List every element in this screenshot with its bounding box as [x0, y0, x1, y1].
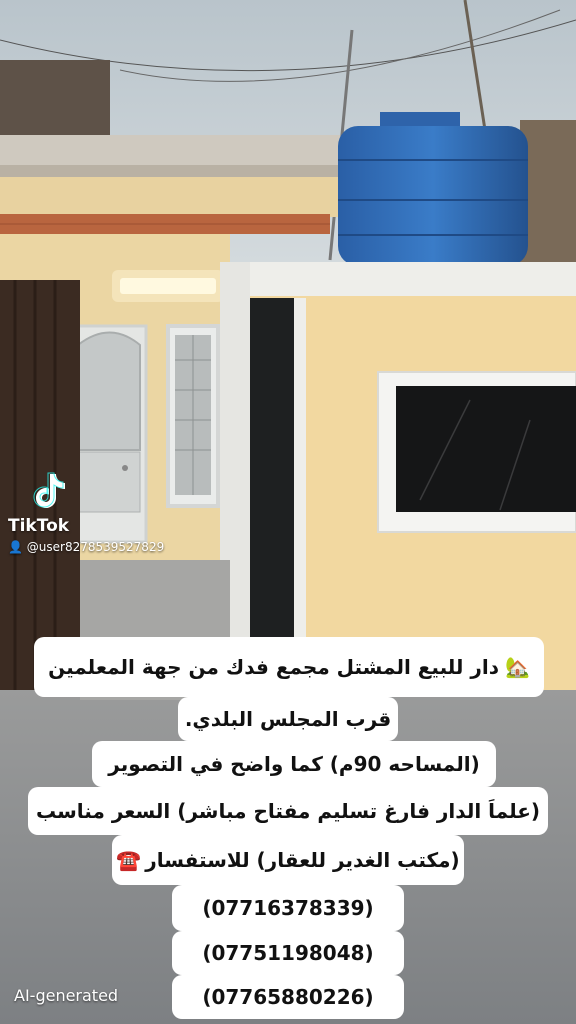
caption-line-4: (علماَ الدار فارغ تسليم مفتاح مباشر) الس…: [28, 787, 548, 835]
ai-generated-label: AI-generated: [14, 986, 119, 1005]
caption-line-2: قرب المجلس البلدي.: [178, 697, 398, 741]
tiktok-note-icon: [33, 472, 65, 508]
phone-number-3: (07765880226): [172, 975, 404, 1019]
neighbor-building: [0, 60, 110, 140]
caption-line-3: (المساحه 90م) كما واضح في التصوير: [92, 741, 496, 787]
house-with-garden-emoji: 🏡: [505, 655, 530, 679]
caption-line-1: 🏡 دار للبيع المشتل مجمع فدك من جهة المعل…: [34, 637, 544, 697]
dark-panel: [250, 298, 294, 638]
phone-number-2: (07751198048): [172, 931, 404, 975]
tiktok-watermark: TikTok 👤 @user8278539527829: [8, 470, 208, 554]
caption-line-5: (مكتب الغدير للعقار) للاستفسار ☎️: [112, 835, 464, 885]
person-icon: 👤: [8, 540, 23, 554]
telephone-emoji: ☎️: [116, 848, 142, 872]
tiktok-brand: TikTok: [8, 516, 70, 536]
tiktok-username: 👤 @user8278539527829: [8, 540, 165, 554]
phone-number-1: (07716378339): [172, 885, 404, 931]
water-tank: [338, 126, 528, 266]
